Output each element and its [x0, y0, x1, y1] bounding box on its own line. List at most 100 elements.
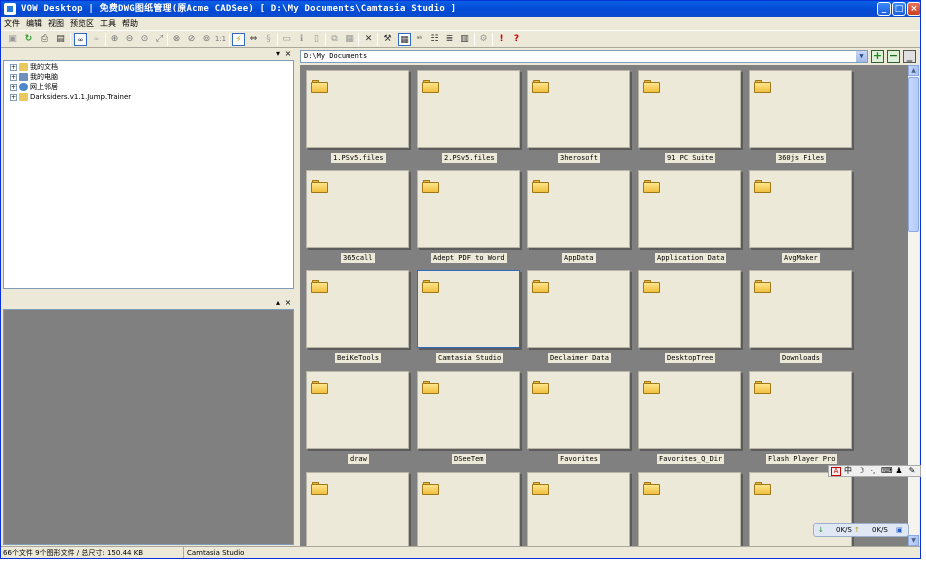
tools-icon[interactable]: ⚒ [381, 33, 394, 46]
folder-thumbnail[interactable] [417, 472, 520, 546]
pane-splitter[interactable] [295, 48, 299, 547]
ime-toolbar[interactable]: A 中 ☽ ·, ⌨ ♟ ✎ [828, 465, 921, 477]
close-button[interactable]: × [907, 2, 920, 16]
folder-thumbnail[interactable] [417, 270, 520, 348]
tree-item-my-documents[interactable]: + 我的文档 [10, 62, 58, 72]
copy-icon[interactable]: ⧉ [328, 33, 341, 46]
lightning-icon[interactable]: ⚡ [232, 33, 245, 46]
zoom-out-icon[interactable]: ⊖ [123, 33, 136, 46]
folder-label[interactable]: 3herosoft [558, 153, 600, 163]
chevron-down-icon[interactable]: ▼ [856, 51, 867, 62]
expand-icon[interactable]: + [10, 73, 17, 81]
paste-icon[interactable]: ▦ [343, 33, 356, 46]
s-icon[interactable]: § [262, 33, 275, 46]
view-mode-icon[interactable]: ∞ [74, 33, 87, 46]
doc-icon[interactable]: ▯ [310, 33, 323, 46]
folder-thumbnail[interactable] [638, 270, 741, 348]
folder-thumbnail[interactable] [527, 472, 630, 546]
folder-label[interactable]: 1.PSv5.files [331, 153, 386, 163]
layout-icon[interactable]: ▤ [54, 33, 67, 46]
print-icon[interactable]: ⎙ [38, 33, 51, 46]
thumbnail-grid[interactable]: 1.PSv5.files 2.PSv5.files 3herosoft 91 PC S… [300, 65, 908, 546]
ime-mode-icon[interactable]: 中 [843, 466, 853, 476]
tree-item-my-computer[interactable]: + 我的电脑 [10, 72, 58, 82]
folder-thumbnail[interactable] [749, 270, 852, 348]
details-view-icon[interactable]: ≣ [443, 33, 456, 46]
folder-label[interactable]: BeiKeTools [335, 353, 382, 363]
folder-thumbnail[interactable] [638, 371, 741, 449]
folder-label[interactable]: DSeeTem [452, 454, 486, 464]
zoom-all-icon[interactable]: ⊗ [170, 33, 183, 46]
ime-logo-icon[interactable]: A [831, 467, 841, 476]
pin-icon[interactable]: ▴ [274, 298, 282, 307]
folder-label[interactable]: Downloads [780, 353, 822, 363]
pan-icon[interactable]: ⇔ [247, 33, 260, 46]
cut-icon[interactable]: ▭ [280, 33, 293, 46]
net-speed-widget[interactable]: ↓ 0K/S ↑ 0K/S ▣ [813, 523, 909, 537]
folder-thumbnail[interactable] [527, 371, 630, 449]
zoom-fit-icon[interactable]: ⊚ [200, 33, 213, 46]
options-icon[interactable]: ⚙ [477, 33, 490, 46]
open-icon[interactable]: ▣ [6, 33, 19, 46]
minimize-button[interactable]: _ [877, 2, 891, 16]
zoom-extents-icon[interactable]: ⤢ [153, 33, 166, 46]
folder-label[interactable]: Declaimer Data [548, 353, 612, 363]
scroll-up-icon[interactable]: ▲ [908, 65, 919, 76]
scroll-thumb[interactable] [908, 77, 919, 232]
folder-thumbnail[interactable] [417, 371, 520, 449]
zoom-one-icon[interactable]: 1:1 [214, 33, 227, 46]
zoom-in-icon[interactable]: ⊕ [108, 33, 121, 46]
folder-thumbnail[interactable] [527, 70, 630, 148]
list-view-icon[interactable]: ☷ [428, 33, 441, 46]
folder-tree[interactable]: + 我的文档 + 我的电脑 + 网上邻居 + Darksiders.v1.1.Jump.… [3, 60, 294, 289]
folder-thumbnail[interactable] [638, 170, 741, 248]
folder-thumbnail[interactable] [638, 70, 741, 148]
folder-label[interactable]: Application Data [655, 253, 727, 263]
tree-item-network[interactable]: + 网上邻居 [10, 82, 58, 92]
info-small-icon[interactable]: ℹ [295, 33, 308, 46]
folder-label[interactable]: AvgMaker [782, 253, 820, 263]
view-mode-alt-icon[interactable]: ∞ [90, 33, 103, 46]
folder-label[interactable]: Favorites_Q_Dir [657, 454, 725, 464]
folder-thumbnail[interactable] [749, 170, 852, 248]
close-pane-icon[interactable]: × [284, 49, 292, 58]
add-path-button[interactable]: + [871, 50, 884, 63]
user-icon[interactable]: ♟ [894, 466, 904, 476]
folder-label[interactable]: 91 PC Suite [665, 153, 716, 163]
moon-icon[interactable]: ☽ [856, 466, 866, 476]
folder-thumbnail[interactable] [306, 170, 409, 248]
folder-label[interactable]: Camtasia Studio [436, 353, 504, 363]
expand-icon[interactable]: + [10, 93, 17, 101]
folder-label[interactable]: DesktopTree [665, 353, 716, 363]
folder-label[interactable]: Flash Player Pro [766, 454, 838, 464]
keyboard-icon[interactable]: ⌨ [881, 466, 893, 476]
folder-thumbnail[interactable] [417, 70, 520, 148]
close-pane-icon[interactable]: × [284, 298, 292, 307]
path-combobox[interactable]: D:\My Documents ▼ [300, 50, 868, 63]
folder-label[interactable]: Favorites [558, 454, 600, 464]
menu-file[interactable]: 文件 [1, 17, 23, 30]
zoom-window-icon[interactable]: ⊙ [138, 33, 151, 46]
title-bar[interactable]: VOW Desktop | 免费DWG图纸管理(原Acme CADSee) [ … [1, 1, 920, 17]
folder-thumbnail[interactable] [527, 270, 630, 348]
collapse-button[interactable]: _ [903, 50, 916, 63]
menu-view[interactable]: 视图 [45, 17, 67, 30]
folder-label[interactable]: AppData [562, 253, 596, 263]
small-icons-view-icon[interactable]: ᵃᵇ [413, 33, 426, 46]
expand-icon[interactable]: + [10, 63, 17, 71]
folder-thumbnail[interactable] [306, 371, 409, 449]
menu-help[interactable]: 帮助 [119, 17, 141, 30]
pin-icon[interactable]: ▾ [274, 49, 282, 58]
zoom-prev-icon[interactable]: ⊘ [185, 33, 198, 46]
folder-thumbnail[interactable] [749, 371, 852, 449]
folder-thumbnail[interactable] [417, 170, 520, 248]
folder-thumbnail[interactable] [306, 270, 409, 348]
folder-thumbnail[interactable] [527, 170, 630, 248]
columns-view-icon[interactable]: ▥ [458, 33, 471, 46]
folder-label[interactable]: Adept PDF to Word [431, 253, 507, 263]
maximize-button[interactable]: □ [892, 2, 906, 16]
delete-icon[interactable]: ✕ [362, 33, 375, 46]
punctuation-icon[interactable]: ·, [868, 466, 878, 476]
settings-icon[interactable]: ✎ [907, 466, 917, 476]
scroll-down-icon[interactable]: ▼ [908, 535, 919, 546]
